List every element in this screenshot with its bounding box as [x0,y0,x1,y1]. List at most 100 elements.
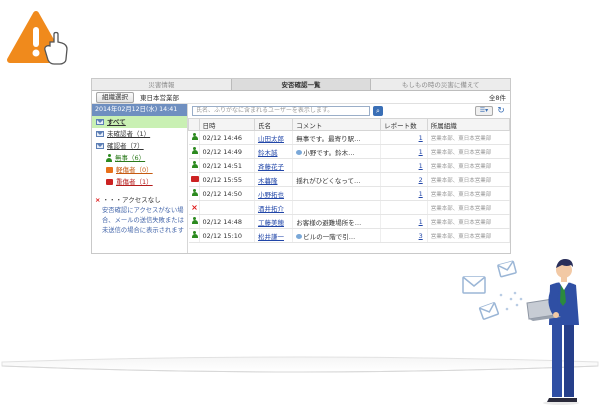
status-cell: × [188,200,200,215]
person-icon [106,154,112,162]
datetime-cell: 02/12 14:49 [199,144,255,159]
filter-confirmed[interactable]: 確認者（7） [92,140,187,152]
status-cell [188,144,200,159]
view-menu-icon[interactable]: ☰▾ [475,106,493,116]
person-icon [191,188,198,197]
report-count-link[interactable]: 3 [419,232,423,240]
count-cell: 1 [380,144,428,159]
table-row[interactable]: 02/12 15:10 松井謙一 ビルの一階で引… 3 営業本部、東日本営業部 [188,228,510,243]
col-org[interactable]: 所属組織 [426,118,510,131]
name-cell: 鈴木誠 [254,144,294,159]
search-row: 氏名、ふりがなに含まれるユーザーを表示します。 ⌕ ☰▾ ↻ [188,104,510,118]
minor-injury-icon [106,167,113,173]
filter-all[interactable]: すべて [92,116,187,128]
tab-disaster-info[interactable]: 災害情報 [92,79,231,90]
filter-severe-label[interactable]: 重傷者（1） [116,176,153,188]
person-icon [191,216,198,225]
report-count-link[interactable]: 1 [419,162,423,170]
col-name[interactable]: 氏名 [253,118,294,131]
name-cell: 木暮隆 [254,172,294,187]
comment-cell: ビルの一階で引… [292,228,382,243]
person-icon [191,146,198,155]
note-text: 安否確認にアクセスがない場合、メールの送信失敗または未送信の場合に表示されます [102,207,184,234]
filter-confirmed-label[interactable]: 確認者（7） [107,140,144,152]
mail-icon [462,260,517,320]
count-cell: 1 [380,158,428,173]
name-link[interactable]: 鈴木誠 [258,149,278,157]
table-row[interactable]: 02/12 15:55 木暮隆 揺れがひどくなって… 2 営業本部、東日本営業部 [188,172,510,187]
datetime-cell: 02/12 14:46 [199,130,255,145]
count-cell: 3 [380,228,428,243]
name-cell: 小野拓也 [254,186,294,201]
current-date: 2014年02月12日(水) 14:41 [92,104,187,116]
col-status [188,118,200,131]
filter-severe-injury[interactable]: 重傷者（1） [92,176,187,188]
org-cell: 営業本部、東日本営業部 [427,186,510,201]
table-row[interactable]: 02/12 14:50 小野拓也 1 営業本部、東日本営業部 [188,186,510,201]
mail-icon [96,131,104,137]
org-cell: 営業本部、東日本営業部 [427,214,510,229]
results-panel: 氏名、ふりがなに含まれるユーザーを表示します。 ⌕ ☰▾ ↻ 日時 氏名 コメン… [188,104,510,253]
count-cell: 1 [380,130,428,145]
name-link[interactable]: 山田太郎 [258,135,284,143]
count-cell: 1 [380,186,428,201]
name-link[interactable]: 小野拓也 [258,191,284,199]
safety-table: 日時 氏名 コメント レポート数 所属組織 02/12 14:46 山田太郎 無事で… [188,118,510,243]
tab-preparedness[interactable]: もしもの時の災害に備えて [371,79,510,90]
filter-safe-label[interactable]: 無事（6） [115,152,145,164]
table-row[interactable]: 02/12 14:51 斉藤花子 1 営業本部、東日本営業部 [188,158,510,173]
comment-text: 揺れがひどくなって… [296,176,361,185]
report-count-link[interactable]: 1 [419,190,423,198]
search-icon[interactable]: ⌕ [373,106,383,116]
filter-unconfirmed-label[interactable]: 未確認者（1） [107,128,150,140]
report-count-link[interactable]: 1 [419,148,423,156]
comment-cell [292,186,382,201]
name-cell: 斉藤花子 [254,158,294,173]
status-cell [188,158,200,173]
name-link[interactable]: 木暮隆 [258,177,278,185]
refresh-icon[interactable]: ↻ [496,106,506,116]
col-comment[interactable]: コメント [292,118,382,131]
warning-icon [6,10,76,72]
comment-cell [292,158,382,173]
table-row[interactable]: × 酒井拓介 営業本部、東日本営業部 [188,200,510,215]
table-row[interactable]: 02/12 14:48 工藤美穂 お客様の避難場所を… 1 営業本部、東日本営業部 [188,214,510,229]
report-count-link[interactable]: 2 [419,176,423,184]
severe-injury-icon [106,179,113,185]
org-cell: 営業本部、東日本営業部 [427,144,510,159]
org-select-button[interactable]: 組織選択 [96,91,134,103]
tab-safety-list[interactable]: 安否確認一覧 [230,79,372,90]
mail-icon [96,119,104,125]
filter-safe[interactable]: 無事（6） [92,152,187,164]
datetime-cell [199,200,255,215]
filter-all-label[interactable]: すべて [107,116,126,128]
report-count-link[interactable]: 1 [419,134,423,142]
report-count-link[interactable]: 1 [419,218,423,226]
col-datetime[interactable]: 日時 [198,118,255,131]
name-link[interactable]: 斉藤花子 [258,163,284,171]
comment-cell: 無事です。最寄り駅… [292,130,382,145]
filter-sidebar: 2014年02月12日(水) 14:41 すべて 未確認者（1） 確認者（7） … [92,104,188,253]
status-cell [188,130,200,145]
name-cell: 松井謙一 [254,228,294,243]
search-input[interactable]: 氏名、ふりがなに含まれるユーザーを表示します。 [192,106,370,116]
table-row[interactable]: 02/12 14:49 鈴木誠 小野です。鈴木… 1 営業本部、東日本営業部 [188,144,510,159]
status-cell [188,172,200,187]
comment-cell: お客様の避難場所を… [292,214,382,229]
name-link[interactable]: 工藤美穂 [258,219,284,227]
name-link[interactable]: 松井謙一 [258,233,284,241]
org-cell: 営業本部、東日本営業部 [427,158,510,173]
table-row[interactable]: 02/12 14:46 山田太郎 無事です。最寄り駅… 1 営業本部、東日本営業部 [188,130,510,145]
col-count[interactable]: レポート数 [380,118,428,131]
severe-injury-icon [190,175,199,182]
person-icon [191,230,198,239]
x-icon: × [95,196,101,204]
datetime-cell: 02/12 14:48 [199,214,255,229]
filter-minor-injury[interactable]: 軽傷者（0） [92,164,187,176]
name-cell: 工藤美穂 [254,214,294,229]
name-link[interactable]: 酒井拓介 [258,205,284,213]
toolbar: 組織選択 東日本営業部 全8件 [92,91,510,104]
filter-unconfirmed[interactable]: 未確認者（1） [92,128,187,140]
x-icon: × [191,203,198,212]
filter-minor-label[interactable]: 軽傷者（0） [116,164,153,176]
